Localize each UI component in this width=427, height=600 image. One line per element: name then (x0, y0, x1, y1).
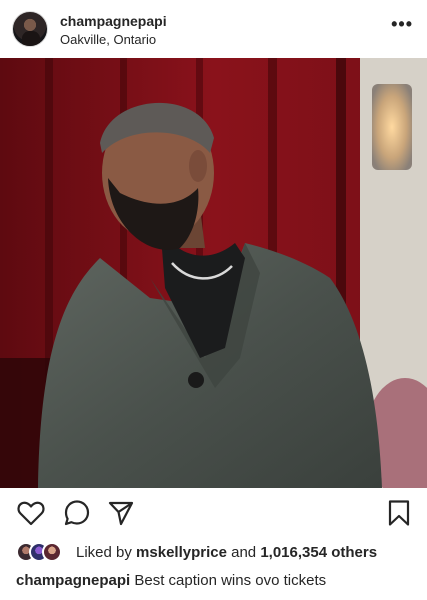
likes-conjunction: and (231, 544, 257, 561)
likes-prefix: Liked by (76, 544, 132, 561)
post-location[interactable]: Oakville, Ontario (60, 32, 156, 47)
liker-username[interactable]: mskellyprice (136, 544, 227, 561)
caption-username[interactable]: champagnepapi (16, 572, 130, 589)
send-icon[interactable] (106, 498, 136, 528)
profile-avatar[interactable] (12, 11, 48, 47)
post-caption: champagnepapi Best caption wins ovo tick… (16, 572, 326, 589)
liker-avatar[interactable] (42, 542, 62, 562)
post-photo[interactable] (0, 58, 427, 488)
comment-icon[interactable] (62, 498, 92, 528)
likes-count[interactable]: 1,016,354 others (260, 544, 377, 561)
photo-illustration (0, 58, 427, 488)
caption-text: Best caption wins ovo tickets (134, 572, 327, 589)
post-header: champagnepapi Oakville, Ontario ••• (0, 0, 427, 58)
heart-icon[interactable] (16, 498, 46, 528)
likes-row: Liked by mskellyprice and 1,016,354 othe… (16, 540, 416, 564)
more-horizontal-icon[interactable]: ••• (391, 14, 413, 34)
action-bar (0, 498, 427, 530)
post-username[interactable]: champagnepapi (60, 13, 167, 29)
likes-summary[interactable]: Liked by mskellyprice and 1,016,354 othe… (76, 544, 377, 561)
bookmark-icon[interactable] (384, 498, 414, 528)
